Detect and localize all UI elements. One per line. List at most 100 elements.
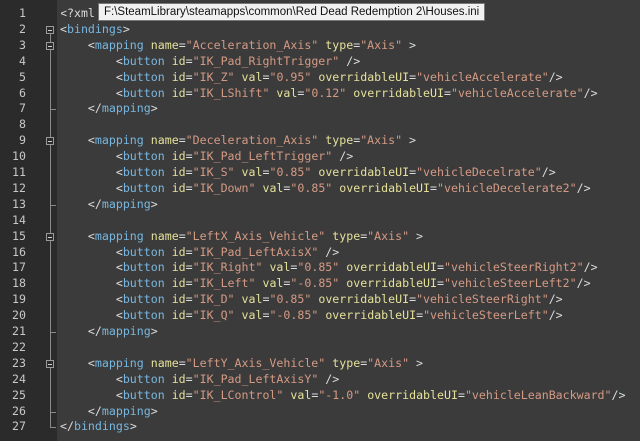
code-token: /> [541,165,556,179]
code-token: id [171,165,186,179]
code-line[interactable]: 3 <mapping name="Acceleration_Axis" type… [0,38,640,54]
code-line[interactable]: 23 <mapping name="LeftY_Axis_Vehicle" ty… [0,356,640,372]
code-token: mapping [94,37,144,52]
code-line[interactable]: 15 <mapping name="LeftX_Axis_Vehicle" ty… [0,229,640,245]
code-text[interactable]: <button id="IK_Right" val="0.85" overrid… [60,260,598,276]
code-line[interactable]: 18 <button id="IK_Left" val="-0.85" over… [0,276,640,292]
code-line[interactable]: 27 </bindings> [0,419,640,435]
code-line[interactable]: 9 <mapping name="Deceleration_Axis" type… [0,133,640,149]
fold-toggle-icon[interactable] [46,359,54,368]
code-token: < [115,244,123,259]
code-text[interactable]: <button id="IK_Pad_LeftAxisX" /> [60,245,339,261]
code-line[interactable]: 19 <button id="IK_D" val="0.85" overrida… [0,292,640,308]
code-token: "LeftX_Axis_Vehicle" [185,228,326,243]
code-token: = [185,387,193,402]
code-text[interactable]: </mapping> [60,404,158,420]
code-token: = [178,37,186,52]
code-token: "vehicleDecelrate" [416,165,542,179]
code-line[interactable]: 20 <button id="IK_Q" val="-0.85" overrid… [0,308,640,324]
code-token: = [185,244,193,259]
code-token: /> [583,260,598,275]
code-line[interactable]: 6 <button id="IK_LShift" val="0.12" over… [0,86,640,102]
code-line[interactable]: 11 <button id="IK_S" val="0.85" overrida… [0,165,640,181]
code-line[interactable]: 26 </mapping> [0,404,640,420]
code-text[interactable]: </mapping> [60,324,158,340]
code-token: /> [548,69,563,84]
code-text[interactable]: <button id="IK_Pad_LeftAxisY" /> [60,372,339,388]
code-token: val [262,180,284,195]
code-text[interactable]: <mapping name="Deceleration_Axis" type="… [60,133,416,149]
code-editor[interactable]: 1 <?xml 2 <bindings> 3 <mapping name="Accele… [0,0,640,441]
code-token: = [185,308,193,323]
code-token: "IK_S" [192,165,235,179]
code-line[interactable]: 13 </mapping> [0,197,640,213]
code-text[interactable]: <button id="IK_Q" val="-0.85" overridabl… [60,308,563,324]
code-text[interactable]: <mapping name="Acceleration_Axis" type="… [60,38,416,54]
code-text[interactable]: </mapping> [60,197,158,213]
code-line[interactable]: 10 <button id="IK_Pad_LeftTrigger" /> [0,149,640,165]
code-token: > [402,37,417,52]
fold-toggle-icon[interactable] [46,25,54,34]
code-text[interactable]: <?xml [60,6,95,22]
code-line[interactable]: 16 <button id="IK_Pad_LeftAxisX" /> [0,245,640,261]
code-line[interactable]: 4 <button id="IK_Pad_RightTrigger" /> [0,54,640,70]
code-token: </ [60,419,74,434]
fold-toggle-icon[interactable] [46,41,54,50]
code-text[interactable]: <mapping name="LeftY_Axis_Vehicle" type=… [60,356,423,372]
line-number: 8 [19,117,26,132]
code-text[interactable]: <button id="IK_Pad_RightTrigger" /> [60,54,360,70]
code-line[interactable]: 7 </mapping> [0,101,640,117]
code-line[interactable]: 22 [0,340,640,356]
code-token: "vehicleSteerRight" [416,292,549,307]
code-line[interactable]: 12 <button id="IK_Down" val="0.85" overr… [0,181,640,197]
code-text[interactable]: <button id="IK_S" val="0.85" overridable… [60,165,556,181]
fold-guide-line [50,33,51,428]
code-token: "IK_Z" [192,69,235,84]
code-text[interactable]: <mapping name="LeftX_Axis_Vehicle" type=… [60,229,423,245]
code-line[interactable]: 8 [0,117,640,133]
fold-toggle-icon[interactable] [46,232,54,241]
code-token: "IK_Left" [192,276,256,291]
code-line[interactable]: 25 <button id="IK_LControl" val="-1.0" o… [0,388,640,404]
code-token: id [171,85,186,100]
code-token: button [122,85,165,100]
code-text[interactable]: <button id="IK_Down" val="0.85" overrida… [60,181,591,197]
code-line[interactable]: 14 [0,213,640,229]
code-text[interactable]: <button id="IK_Z" val="0.95" overridable… [60,70,563,86]
line-number: 11 [12,165,26,179]
code-text[interactable]: <button id="IK_Left" val="-0.85" overrid… [60,276,591,292]
line-number: 25 [12,387,26,402]
code-line[interactable]: 17 <button id="IK_Right" val="0.85" over… [0,260,640,276]
code-token: < [115,149,123,164]
code-line[interactable]: 24 <button id="IK_Pad_LeftAxisY" /> [0,372,640,388]
code-token: overridableUI [353,85,444,100]
code-text[interactable]: <button id="IK_D" val="0.85" overridable… [60,292,563,308]
code-text[interactable]: <bindings> [60,22,130,38]
code-line[interactable]: 21 </mapping> [0,324,640,340]
code-token: "vehicleAccelerate" [416,69,549,84]
code-token: val [290,387,312,402]
code-line[interactable]: 2 <bindings> [0,22,640,38]
code-text[interactable]: <button id="IK_Pad_LeftTrigger" /> [60,149,353,165]
code-token: "0.85" [269,292,312,307]
code-text[interactable]: <button id="IK_LShift" val="0.12" overri… [60,86,598,102]
code-token: val [262,276,284,291]
code-text[interactable]: <button id="IK_LControl" val="-1.0" over… [60,388,626,404]
code-token: id [171,260,186,275]
code-token: < [115,276,123,291]
code-text[interactable]: </bindings> [60,419,137,435]
code-token: "IK_Pad_LeftTrigger" [192,149,333,164]
fold-toggle-icon[interactable] [46,137,54,146]
code-token: "0.85" [290,180,333,195]
code-line[interactable]: 5 <button id="IK_Z" val="0.95" overridab… [0,70,640,86]
code-text[interactable]: </mapping> [60,101,158,117]
